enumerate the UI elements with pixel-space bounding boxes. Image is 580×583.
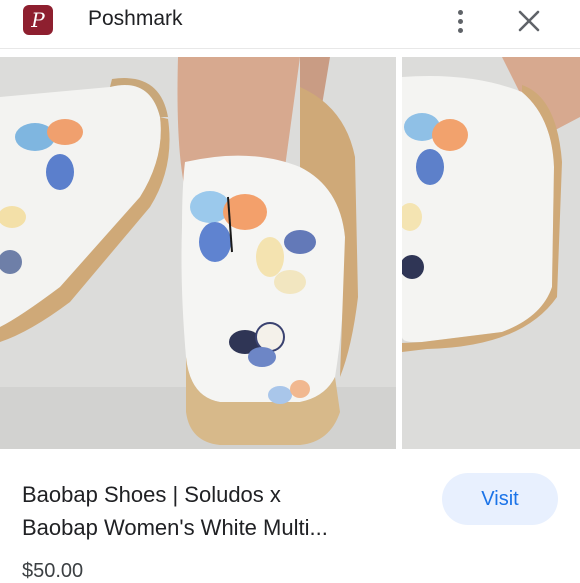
site-name[interactable]: Poshmark	[88, 7, 183, 31]
favicon-glyph: P	[23, 5, 53, 35]
image-carousel[interactable]	[0, 57, 580, 449]
result-title-line-2: Baobap Women's White Multi...	[22, 515, 328, 540]
more-vertical-icon[interactable]	[446, 6, 474, 36]
close-icon[interactable]	[512, 4, 546, 38]
poshmark-logo-icon[interactable]: P	[14, 0, 62, 40]
product-image-side[interactable]	[402, 57, 580, 449]
result-title[interactable]: Baobap Shoes | Soludos x Baobap Women's …	[22, 478, 422, 544]
product-image-main[interactable]	[0, 57, 396, 449]
visit-button[interactable]: Visit	[442, 473, 558, 525]
result-header: P Poshmark	[0, 0, 580, 49]
result-price: $50.00	[22, 560, 84, 582]
result-title-line-1: Baobap Shoes | Soludos x	[22, 482, 281, 507]
